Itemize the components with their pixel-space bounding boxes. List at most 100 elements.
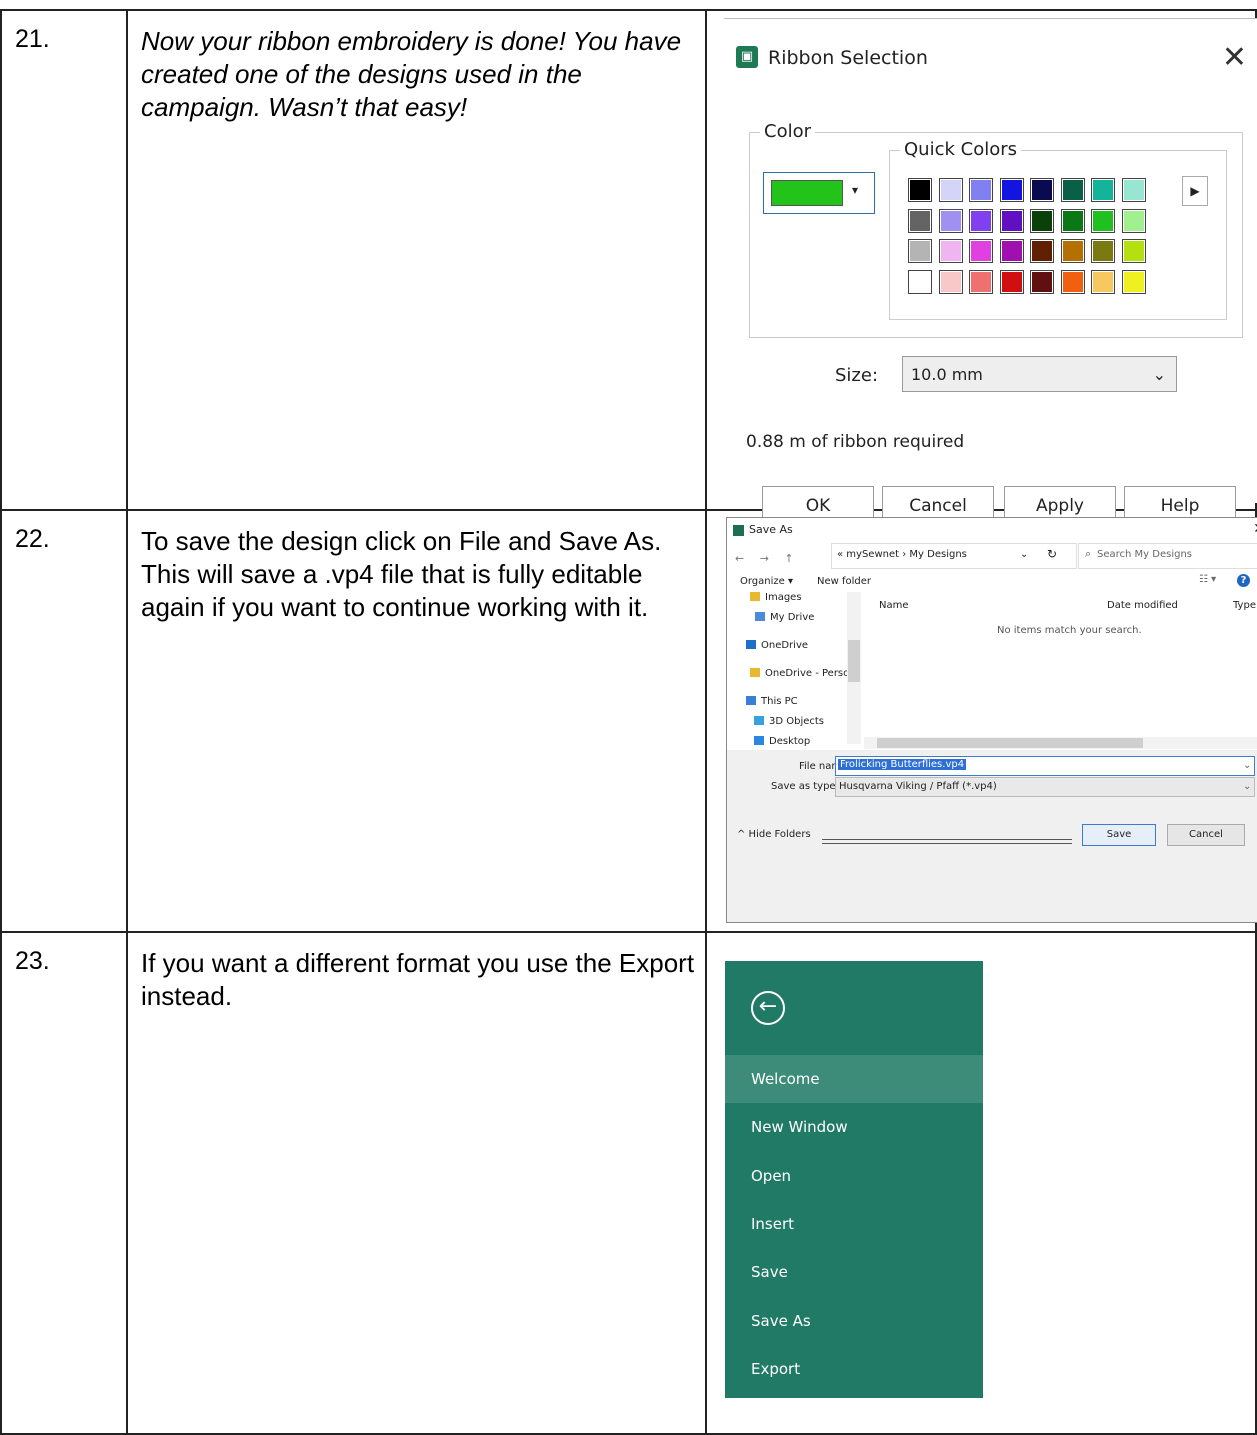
color-swatch[interactable] [969, 178, 993, 202]
color-swatch[interactable] [1030, 178, 1054, 202]
color-swatch[interactable] [1060, 178, 1085, 202]
folder-tree-item[interactable]: 3D Objects [754, 716, 824, 727]
step-number: 23. [0, 931, 128, 1435]
save-dialog-app-icon [733, 525, 744, 536]
scrollbar-thumb[interactable] [848, 640, 860, 682]
step-text: Now your ribbon embroidery is done! You … [126, 9, 707, 511]
color-swatch[interactable] [1060, 239, 1085, 263]
navigation-arrows-icon[interactable]: ← → ↑ [735, 552, 800, 565]
step-number: 21. [0, 9, 128, 511]
menu-item-save[interactable]: Save [725, 1248, 983, 1296]
cancel-button[interactable]: Cancel [1167, 824, 1245, 846]
color-swatch[interactable] [1121, 269, 1146, 294]
menu-item-export[interactable]: Export [725, 1345, 983, 1393]
save-button[interactable]: Save [1082, 824, 1156, 846]
breadcrumb[interactable]: « mySewnet › My Designs [837, 549, 967, 560]
back-arrow-icon[interactable]: ← [751, 991, 785, 1025]
column-header-date[interactable]: Date modified [1107, 600, 1178, 611]
step-number: 22. [0, 509, 128, 933]
close-icon[interactable]: ✕ [1253, 521, 1257, 537]
menu-item-new-window[interactable]: New Window [725, 1103, 983, 1151]
empty-message: No items match your search. [997, 625, 1142, 636]
folder-icon [754, 716, 764, 725]
column-header-type[interactable]: Type [1233, 600, 1256, 611]
organize-menu[interactable]: Organize ▾ [740, 576, 793, 587]
color-swatch[interactable] [1091, 269, 1115, 294]
save-type-label: Save as type: [771, 781, 839, 792]
color-swatch[interactable] [1030, 239, 1054, 263]
color-swatch[interactable] [1121, 208, 1146, 233]
dialog-title: Ribbon Selection [768, 47, 928, 69]
color-swatch[interactable] [1030, 208, 1054, 233]
color-swatch[interactable] [938, 208, 963, 233]
hide-folders-toggle[interactable]: ^ Hide Folders [737, 829, 811, 840]
color-swatch[interactable] [1121, 239, 1146, 263]
instructions-table: 21. Now your ribbon embroidery is done! … [0, 9, 1257, 1435]
new-folder-button[interactable]: New folder [817, 576, 871, 587]
folder-icon [755, 612, 765, 621]
folder-tree-item[interactable]: This PC [746, 696, 798, 707]
color-swatch[interactable] [1091, 239, 1115, 263]
color-swatch[interactable] [1121, 178, 1146, 202]
folder-tree-item[interactable]: Images [750, 592, 802, 603]
color-swatch[interactable] [908, 178, 932, 202]
menu-item-save-as[interactable]: Save As [725, 1297, 983, 1345]
color-swatch[interactable] [938, 239, 963, 263]
scrollbar-thumb[interactable] [877, 738, 1143, 748]
divider [822, 839, 1072, 844]
folder-tree-item[interactable]: OneDrive - Person [750, 668, 856, 679]
color-swatch[interactable] [908, 269, 932, 294]
color-swatch[interactable] [999, 269, 1024, 294]
close-icon[interactable]: ✕ [1222, 40, 1247, 75]
folder-tree-item[interactable]: OneDrive [746, 640, 808, 651]
color-swatch[interactable] [969, 208, 993, 233]
save-type-value: Husqvarna Viking / Pfaff (*.vp4) [839, 781, 997, 792]
chevron-down-icon: ⌄ [1152, 365, 1166, 384]
color-swatch[interactable] [1030, 269, 1054, 294]
color-swatch[interactable] [938, 178, 963, 202]
color-swatch[interactable] [1091, 208, 1115, 233]
more-colors-arrow-icon[interactable]: ▶ [1182, 176, 1208, 206]
color-swatch[interactable] [1060, 208, 1085, 233]
color-swatch[interactable] [1091, 178, 1115, 202]
column-header-name[interactable]: Name [879, 600, 909, 611]
search-placeholder: Search My Designs [1097, 549, 1192, 560]
chevron-down-icon[interactable]: ⌄ [1243, 760, 1251, 771]
color-picker-dropdown[interactable]: ▾ [763, 172, 875, 214]
selected-color-swatch [771, 180, 843, 206]
view-options-icon[interactable]: ☷ ▾ [1199, 574, 1216, 585]
folder-icon [754, 736, 764, 745]
quick-colors-grid [908, 178, 1146, 294]
menu-item-insert[interactable]: Insert [725, 1200, 983, 1248]
chevron-down-icon[interactable]: ⌄ [1020, 549, 1028, 560]
folder-tree-item[interactable]: Desktop [754, 736, 810, 747]
color-swatch[interactable] [938, 269, 963, 294]
size-value: 10.0 mm [911, 365, 983, 384]
color-swatch[interactable] [908, 239, 932, 263]
color-swatch[interactable] [1060, 269, 1085, 294]
menu-item-welcome[interactable]: Welcome [725, 1055, 983, 1103]
folder-tree-label: This PC [761, 696, 798, 707]
step-text: If you want a different format you use t… [126, 931, 707, 1435]
color-swatch[interactable] [969, 269, 993, 294]
color-swatch[interactable] [999, 208, 1024, 233]
file-name-value[interactable]: Frolicking Butterflies.vp4 [838, 759, 967, 770]
color-swatch[interactable] [999, 178, 1024, 202]
color-swatch[interactable] [908, 208, 932, 233]
chevron-down-icon[interactable]: ⌄ [1243, 781, 1251, 792]
color-swatch[interactable] [999, 239, 1024, 263]
menu-item-open[interactable]: Open [725, 1152, 983, 1200]
save-as-dialog: Save As ✕ ← → ↑ « mySewnet › My Designs … [726, 517, 1257, 923]
folder-icon [746, 640, 756, 649]
file-menu: ← Welcome New Window Open Insert Save Save As… [725, 961, 983, 1398]
folder-tree-label: OneDrive [761, 640, 809, 651]
refresh-icon[interactable]: ↻ [1047, 547, 1057, 561]
help-icon[interactable]: ? [1237, 574, 1250, 587]
table-row: 21. Now your ribbon embroidery is done! … [0, 9, 1257, 524]
size-select[interactable]: 10.0 mm ⌄ [902, 356, 1177, 392]
folder-tree: Images My Drive OneDrive OneDrive - Person T… [740, 592, 860, 747]
folder-tree-item[interactable]: My Drive [755, 612, 814, 623]
size-label: Size: [835, 365, 879, 386]
folder-tree-label: Images [765, 592, 802, 603]
color-swatch[interactable] [969, 239, 993, 263]
